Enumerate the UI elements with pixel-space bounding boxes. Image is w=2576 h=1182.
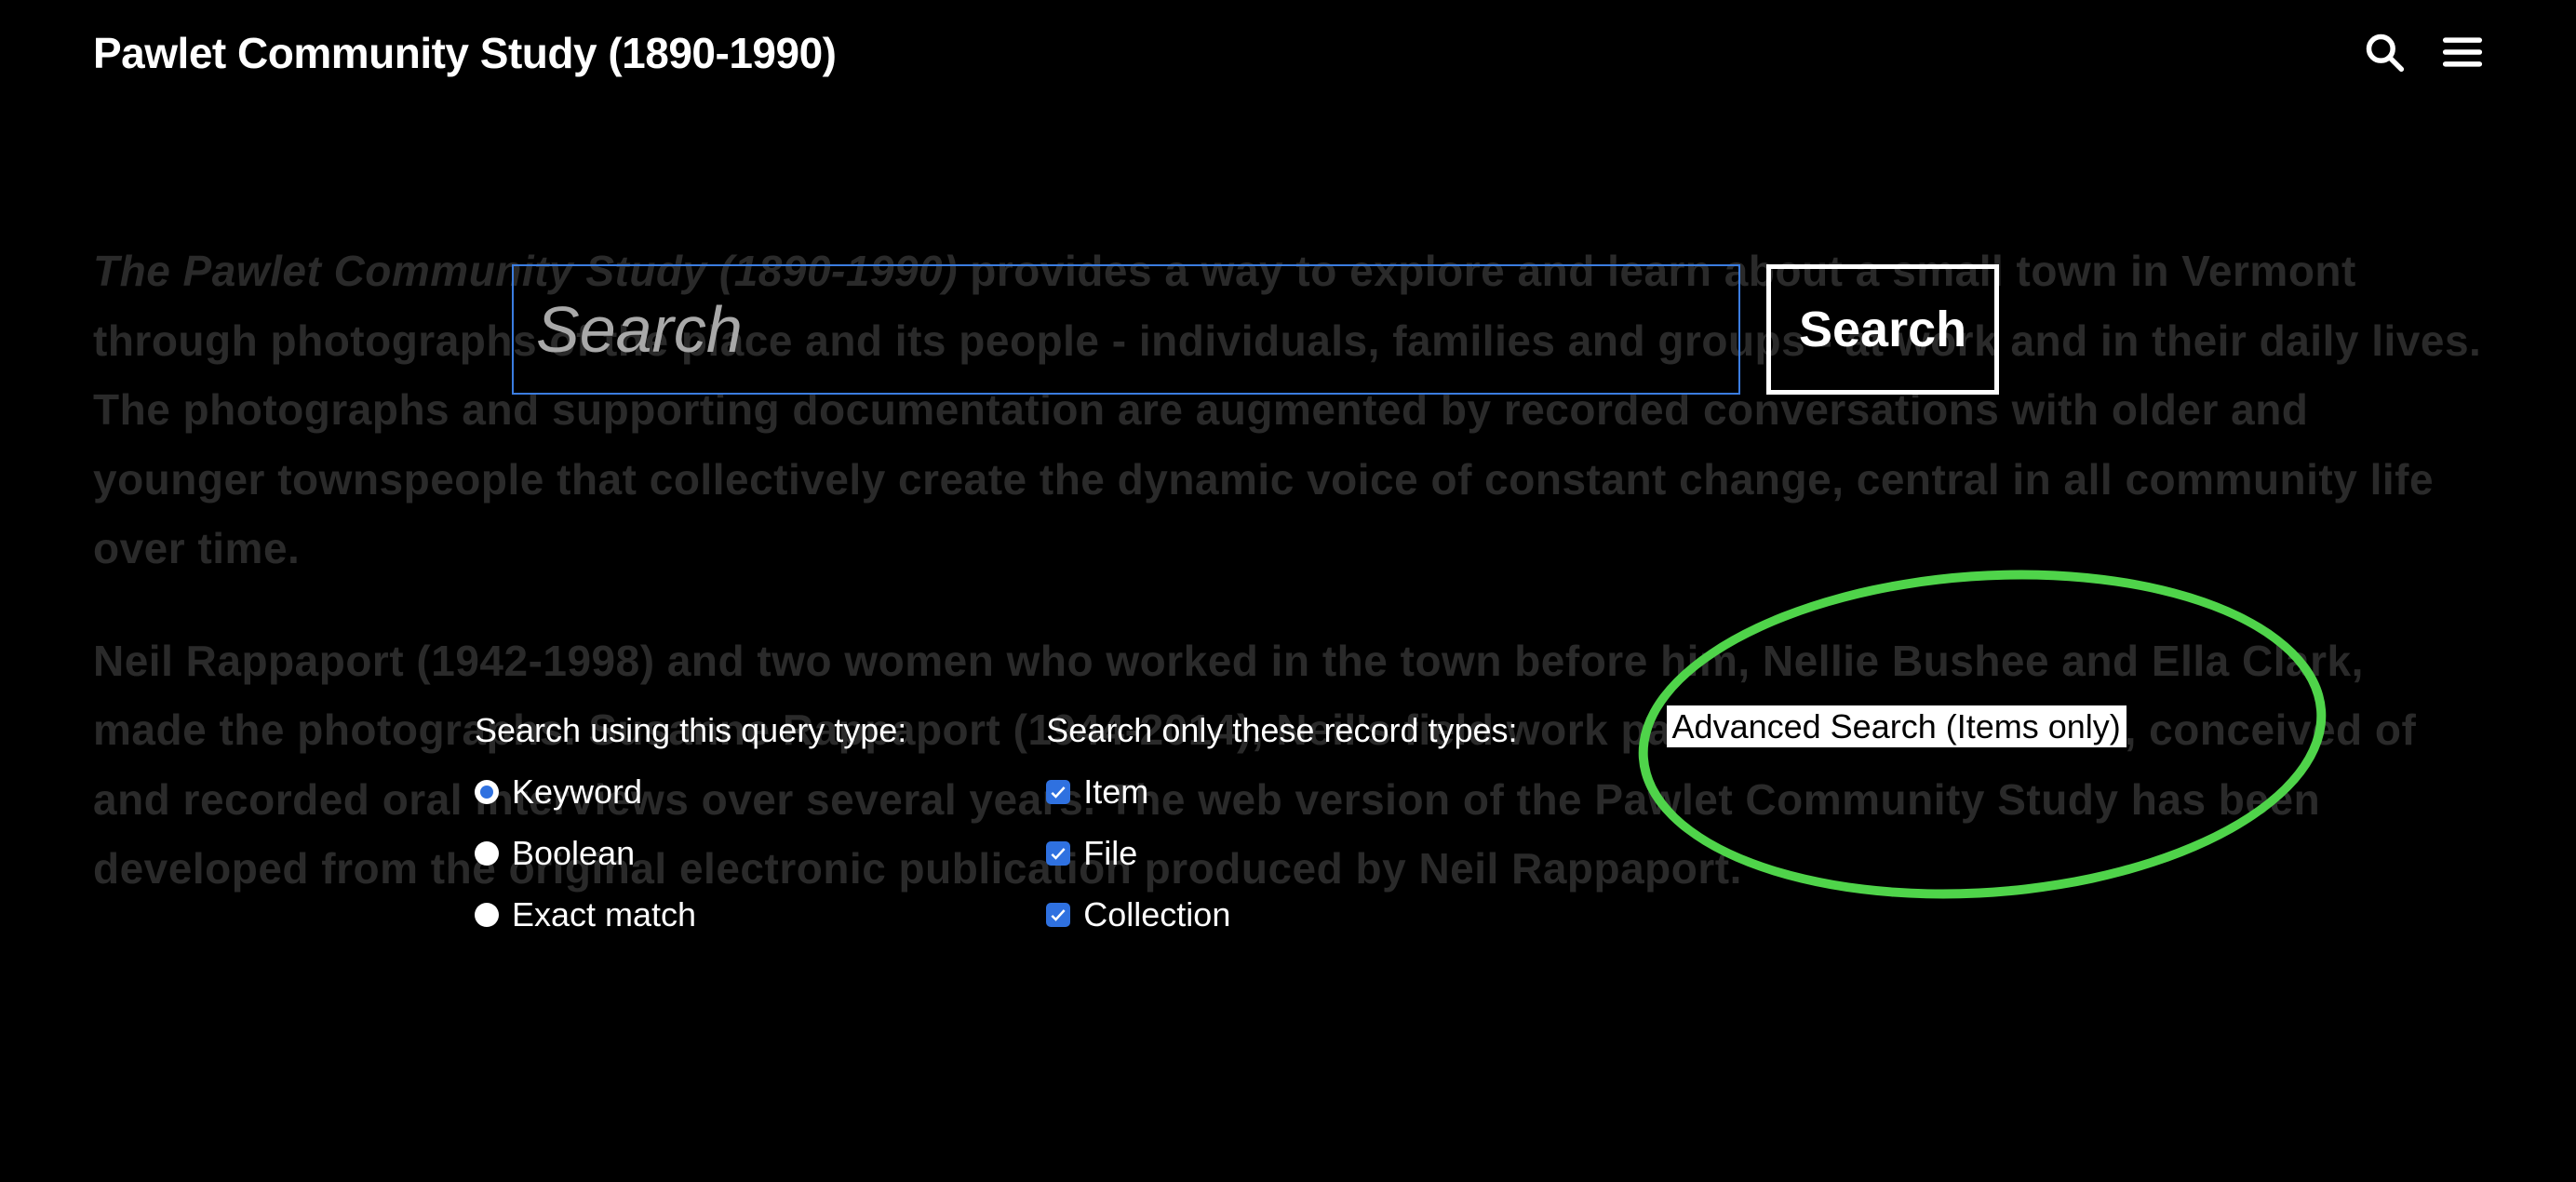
search-overlay: Search Search using this query type: Key… [93, 236, 2483, 957]
radio-icon [475, 780, 499, 804]
search-options: Search using this query type: Keyword Bo… [475, 711, 2483, 957]
record-type-options: Item File Collection [1046, 772, 1517, 934]
search-input[interactable] [512, 264, 1740, 395]
query-type-options: Keyword Boolean Exact match [475, 772, 906, 934]
advanced-search-link[interactable]: Advanced Search (Items only) [1667, 705, 2127, 747]
search-button[interactable]: Search [1766, 264, 1999, 395]
checkbox-label: Collection [1083, 895, 1230, 934]
query-type-group: Search using this query type: Keyword Bo… [475, 711, 906, 957]
search-icon-button[interactable] [2364, 32, 2405, 75]
query-option-exact[interactable]: Exact match [475, 895, 906, 934]
record-type-label: Search only these record types: [1046, 711, 1517, 750]
search-row: Search [512, 264, 2483, 395]
checkbox-label: Item [1083, 772, 1148, 812]
checkbox-icon [1046, 841, 1070, 866]
site-title[interactable]: Pawlet Community Study (1890-1990) [93, 28, 836, 78]
checkbox-label: File [1083, 834, 1137, 873]
record-option-file[interactable]: File [1046, 834, 1517, 873]
record-type-group: Search only these record types: Item Fil… [1046, 711, 1517, 957]
search-icon [2364, 32, 2405, 73]
header-controls [2364, 32, 2483, 75]
menu-button[interactable] [2442, 32, 2483, 75]
site-header: Pawlet Community Study (1890-1990) [0, 0, 2576, 106]
query-type-label: Search using this query type: [475, 711, 906, 750]
advanced-search-wrap: Advanced Search (Items only) [1667, 707, 2127, 957]
radio-label: Exact match [512, 895, 696, 934]
radio-icon [475, 903, 499, 927]
radio-label: Boolean [512, 834, 635, 873]
hamburger-icon [2442, 32, 2483, 73]
query-option-boolean[interactable]: Boolean [475, 834, 906, 873]
query-option-keyword[interactable]: Keyword [475, 772, 906, 812]
record-option-item[interactable]: Item [1046, 772, 1517, 812]
radio-label: Keyword [512, 772, 642, 812]
checkbox-icon [1046, 780, 1070, 804]
checkbox-icon [1046, 903, 1070, 927]
record-option-collection[interactable]: Collection [1046, 895, 1517, 934]
main-content: The Pawlet Community Study (1890-1990) p… [0, 106, 2576, 957]
radio-icon [475, 841, 499, 866]
